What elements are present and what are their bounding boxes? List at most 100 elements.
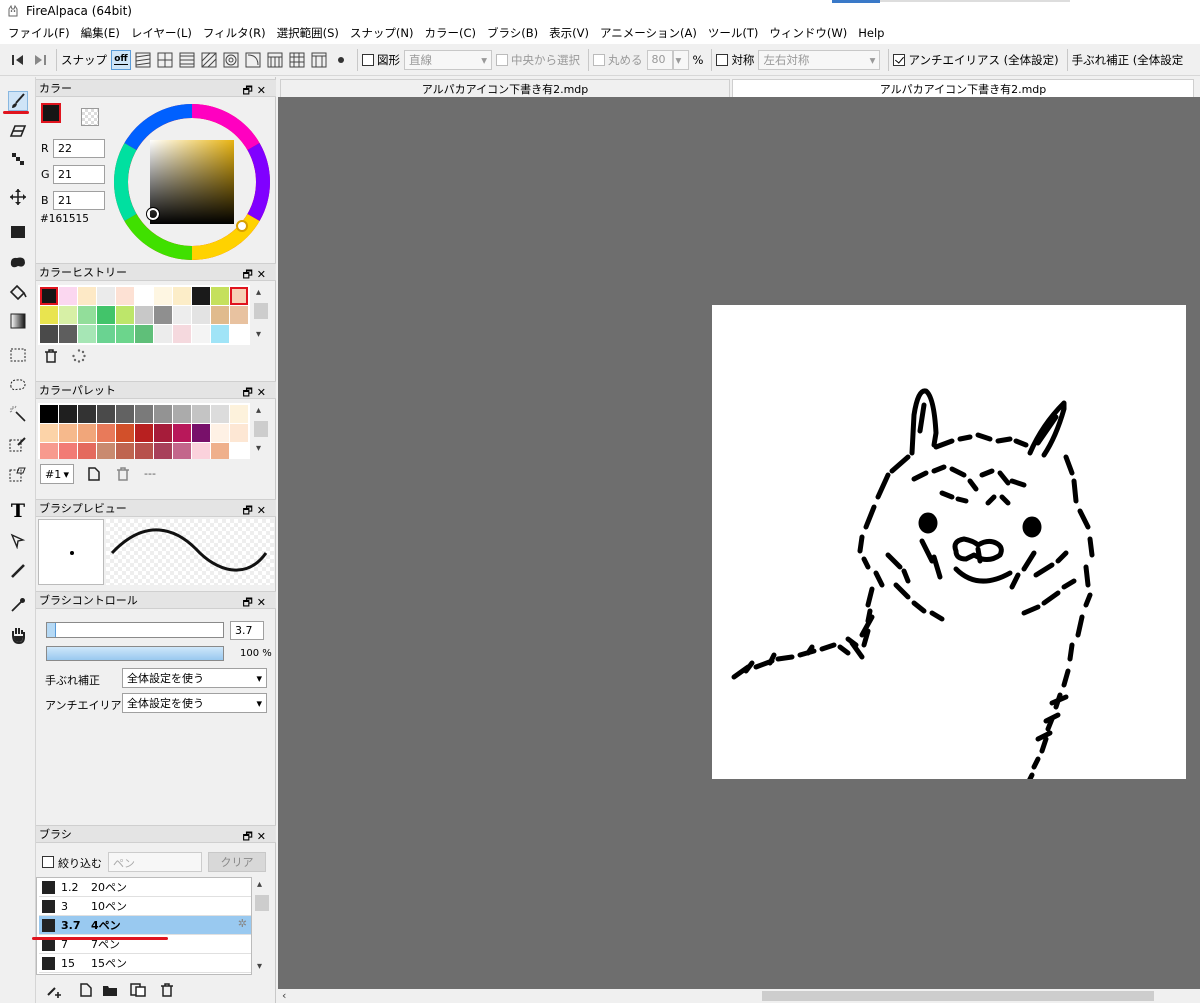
gradient-tool-icon[interactable] — [8, 311, 28, 331]
panel-controls-icon[interactable]: 🗗✕ — [242, 828, 270, 847]
color-history-swatch[interactable] — [135, 287, 153, 305]
round-input[interactable]: 80 — [646, 49, 673, 70]
color-history-swatch[interactable] — [192, 325, 210, 343]
color-history-swatch[interactable] — [173, 306, 191, 324]
duplicate-brush-icon[interactable] — [130, 983, 146, 1000]
add-brush-icon[interactable] — [46, 983, 64, 1002]
panel-controls-icon[interactable]: 🗗✕ — [242, 384, 270, 403]
brush-opacity-slider[interactable] — [46, 646, 224, 661]
snap-perspective-icon[interactable] — [309, 50, 329, 70]
select-eraser-tool-icon[interactable] — [8, 464, 28, 484]
scroll-down-icon[interactable]: ▾ — [256, 329, 261, 340]
tab-document-1[interactable]: アルパカアイコン下書き有2.mdp — [280, 79, 730, 97]
menu-tool[interactable]: ツール(T) — [708, 25, 759, 41]
color-history-swatch[interactable] — [59, 306, 77, 324]
palette-select[interactable]: #1 ▾ — [40, 464, 74, 484]
bucket-tool-icon[interactable] — [8, 282, 28, 302]
scroll-thumb[interactable] — [254, 303, 268, 319]
magic-wand-tool-icon[interactable] — [8, 404, 28, 424]
color-palette-swatch[interactable] — [135, 424, 153, 442]
brush-control-header[interactable]: ブラシコントロール 🗗✕ — [36, 591, 276, 609]
symmetry-checkbox[interactable] — [716, 53, 729, 66]
pen-tool-icon[interactable] — [8, 561, 28, 581]
snap-point-icon[interactable] — [331, 50, 351, 70]
color-history-scrollbar[interactable]: ▴ ▾ — [253, 285, 269, 345]
round-dropdown[interactable]: ▾ — [672, 49, 689, 70]
color-history-swatch[interactable] — [97, 306, 115, 324]
trash-icon[interactable] — [44, 349, 58, 366]
color-history-swatch[interactable] — [192, 306, 210, 324]
tab-document-2[interactable]: アルパカアイコン下書き有2.mdp — [732, 79, 1194, 97]
operation-tool-icon[interactable] — [8, 531, 28, 551]
brush-item[interactable]: 15 15ペン — [39, 954, 251, 973]
snap-parallel-icon[interactable] — [133, 50, 153, 70]
palette-options[interactable]: --- — [144, 467, 156, 480]
new-palette-icon[interactable] — [88, 467, 100, 484]
menu-selection[interactable]: 選択範囲(S) — [277, 25, 339, 41]
color-palette-swatch[interactable] — [116, 405, 134, 423]
color-palette-swatch[interactable] — [40, 424, 58, 442]
color-palette-swatch[interactable] — [97, 405, 115, 423]
color-history-swatch[interactable] — [40, 325, 58, 343]
color-history-swatch[interactable] — [211, 287, 229, 305]
hand-tool-icon[interactable] — [8, 625, 28, 645]
shape-checkbox[interactable] — [362, 53, 374, 66]
color-history-swatch[interactable] — [78, 306, 96, 324]
select-tool-icon[interactable] — [8, 345, 28, 365]
snap-vanish-icon[interactable] — [177, 50, 197, 70]
scroll-down-icon[interactable]: ▾ — [256, 443, 261, 454]
color-history-swatch[interactable] — [230, 325, 248, 343]
brush-size-slider[interactable] — [46, 622, 224, 638]
color-palette-swatch[interactable] — [230, 424, 248, 442]
brush-filter-clear-button[interactable]: クリア — [208, 852, 266, 872]
transparent-color-swatch[interactable] — [81, 108, 99, 126]
color-palette-swatch[interactable] — [173, 405, 191, 423]
color-palette-swatch[interactable] — [154, 443, 172, 459]
color-palette-swatch[interactable] — [40, 443, 58, 459]
snap-curve-icon[interactable] — [243, 50, 263, 70]
scroll-thumb[interactable] — [762, 991, 1154, 1001]
brush-preview-header[interactable]: ブラシプレビュー 🗗✕ — [36, 499, 276, 517]
hue-picker-handle[interactable] — [236, 220, 248, 232]
brush-item[interactable]: 1.2 20ペン — [39, 878, 251, 897]
color-history-swatch[interactable] — [97, 325, 115, 343]
color-palette-swatch[interactable] — [154, 405, 172, 423]
brush-list-scrollbar[interactable]: ▴ ▾ — [254, 877, 270, 975]
brush-tool-icon[interactable] — [8, 91, 28, 111]
snap-cross-icon[interactable] — [155, 50, 175, 70]
move-tool-icon[interactable] — [8, 187, 28, 207]
color-palette-swatch[interactable] — [97, 443, 115, 459]
antialias-select[interactable]: 全体設定を使う ▾ — [122, 693, 267, 713]
select-pen-tool-icon[interactable] — [8, 434, 28, 454]
menu-window[interactable]: ウィンドウ(W) — [769, 25, 847, 41]
color-history-swatch[interactable] — [192, 287, 210, 305]
panel-controls-icon[interactable]: 🗗✕ — [242, 594, 270, 613]
round-checkbox[interactable] — [593, 53, 605, 66]
menu-edit[interactable]: 編集(E) — [81, 25, 120, 41]
color-history-swatch[interactable] — [154, 287, 172, 305]
color-palette-swatch[interactable] — [78, 405, 96, 423]
color-palette-swatch[interactable] — [173, 443, 191, 459]
scroll-up-icon[interactable]: ▴ — [257, 879, 262, 890]
color-history-header[interactable]: カラーヒストリー 🗗✕ — [36, 263, 276, 281]
snap-3point-icon[interactable] — [265, 50, 285, 70]
color-history-swatch[interactable] — [116, 325, 134, 343]
scroll-thumb[interactable] — [254, 421, 268, 437]
center-select-checkbox[interactable] — [496, 53, 508, 66]
snap-off-button[interactable]: off — [111, 49, 131, 70]
canvas-hscrollbar[interactable]: ‹ — [278, 989, 1200, 1003]
shape-select[interactable]: 直線 ▾ — [404, 49, 492, 70]
panel-controls-icon[interactable]: 🗗✕ — [242, 82, 270, 101]
color-palette-swatch[interactable] — [78, 443, 96, 459]
folder-icon[interactable] — [102, 983, 118, 1000]
antialias-checkbox[interactable] — [893, 53, 906, 66]
color-history-swatch[interactable] — [211, 325, 229, 343]
scroll-thumb[interactable] — [255, 895, 269, 911]
lasso-tool-icon[interactable] — [8, 375, 28, 395]
color-history-swatch[interactable] — [78, 325, 96, 343]
r-input[interactable]: 22 — [53, 139, 105, 158]
symmetry-select[interactable]: 左右対称 ▾ — [758, 49, 881, 70]
spinner-icon[interactable] — [72, 349, 86, 366]
scroll-left-icon[interactable]: ‹ — [282, 989, 286, 1002]
color-palette-swatch[interactable] — [154, 424, 172, 442]
